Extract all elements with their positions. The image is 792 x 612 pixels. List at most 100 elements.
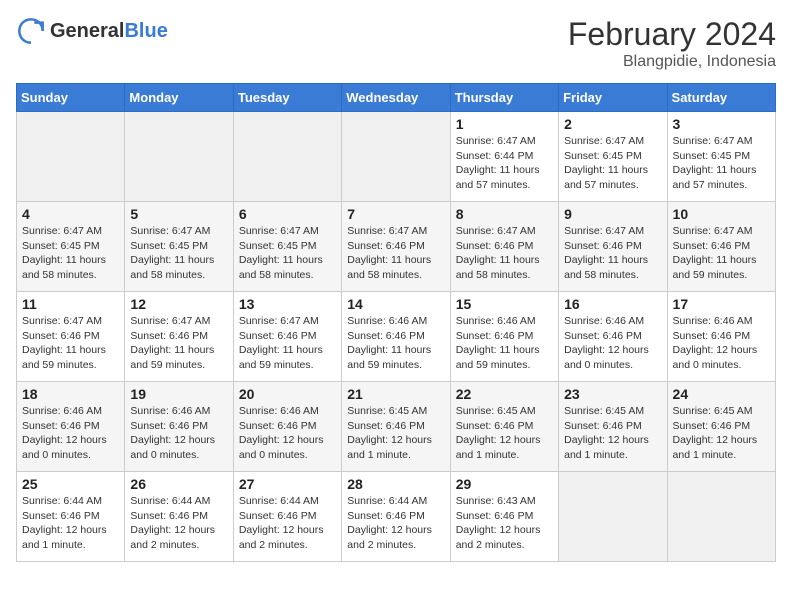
sun-info: Sunrise: 6:44 AMSunset: 6:46 PMDaylight:… [130,494,227,553]
day-number: 28 [347,476,444,492]
day-number: 15 [456,296,553,312]
sun-info: Sunrise: 6:45 AMSunset: 6:46 PMDaylight:… [564,404,661,463]
calendar-cell: 26 Sunrise: 6:44 AMSunset: 6:46 PMDayligh… [125,472,233,562]
sun-info: Sunrise: 6:46 AMSunset: 6:46 PMDaylight:… [456,314,553,373]
title-area: February 2024 Blangpidie, Indonesia [568,16,776,71]
calendar-cell [233,112,341,202]
sun-info: Sunrise: 6:47 AMSunset: 6:46 PMDaylight:… [564,224,661,283]
weekday-header-tuesday: Tuesday [233,84,341,112]
sun-info: Sunrise: 6:46 AMSunset: 6:46 PMDaylight:… [673,314,770,373]
location-subtitle: Blangpidie, Indonesia [568,53,776,71]
day-number: 8 [456,206,553,222]
sun-info: Sunrise: 6:44 AMSunset: 6:46 PMDaylight:… [347,494,444,553]
day-number: 1 [456,116,553,132]
sun-info: Sunrise: 6:45 AMSunset: 6:46 PMDaylight:… [456,404,553,463]
calendar-cell: 25 Sunrise: 6:44 AMSunset: 6:46 PMDayligh… [17,472,125,562]
day-number: 6 [239,206,336,222]
sun-info: Sunrise: 6:44 AMSunset: 6:46 PMDaylight:… [239,494,336,553]
sun-info: Sunrise: 6:47 AMSunset: 6:45 PMDaylight:… [239,224,336,283]
weekday-header-row: SundayMondayTuesdayWednesdayThursdayFrid… [17,84,776,112]
sun-info: Sunrise: 6:46 AMSunset: 6:46 PMDaylight:… [22,404,119,463]
logo: GeneralBlue [16,16,168,46]
calendar-cell [125,112,233,202]
calendar-cell: 13Sunrise: 6:47 AMSunset: 6:46 PMDayligh… [233,292,341,382]
month-year-title: February 2024 [568,16,776,53]
calendar-cell: 5Sunrise: 6:47 AMSunset: 6:45 PMDaylight… [125,202,233,292]
calendar-week-row: 18 Sunrise: 6:46 AMSunset: 6:46 PMDayligh… [17,382,776,472]
calendar-cell: 7 Sunrise: 6:47 AMSunset: 6:46 PMDaylight… [342,202,450,292]
calendar-cell: 22 Sunrise: 6:45 AMSunset: 6:46 PMDayligh… [450,382,558,472]
calendar-cell: 23 Sunrise: 6:45 AMSunset: 6:46 PMDayligh… [559,382,667,472]
weekday-header-saturday: Saturday [667,84,775,112]
calendar-cell: 21 Sunrise: 6:45 AMSunset: 6:46 PMDayligh… [342,382,450,472]
sun-info: Sunrise: 6:47 AMSunset: 6:45 PMDaylight:… [564,134,661,193]
sun-info: Sunrise: 6:47 AMSunset: 6:46 PMDaylight:… [673,224,770,283]
logo-blue: Blue [124,20,167,42]
calendar-cell: 4 Sunrise: 6:47 AMSunset: 6:45 PMDaylight… [17,202,125,292]
sun-info: Sunrise: 6:47 AMSunset: 6:45 PMDaylight:… [22,224,119,283]
sun-info: Sunrise: 6:47 AMSunset: 6:44 PMDaylight:… [456,134,553,193]
day-number: 25 [22,476,119,492]
day-number: 21 [347,386,444,402]
calendar-cell: 18 Sunrise: 6:46 AMSunset: 6:46 PMDayligh… [17,382,125,472]
calendar-cell: 24Sunrise: 6:45 AMSunset: 6:46 PMDayligh… [667,382,775,472]
sun-info: Sunrise: 6:47 AMSunset: 6:46 PMDaylight:… [347,224,444,283]
calendar-week-row: 1 Sunrise: 6:47 AMSunset: 6:44 PMDaylight… [17,112,776,202]
weekday-header-friday: Friday [559,84,667,112]
calendar-cell [342,112,450,202]
calendar-cell: 29Sunrise: 6:43 AMSunset: 6:46 PMDayligh… [450,472,558,562]
day-number: 14 [347,296,444,312]
page-header: GeneralBlue February 2024 Blangpidie, In… [16,16,776,71]
sun-info: Sunrise: 6:43 AMSunset: 6:46 PMDaylight:… [456,494,553,553]
calendar-cell [667,472,775,562]
calendar-cell: 17 Sunrise: 6:46 AMSunset: 6:46 PMDayligh… [667,292,775,382]
calendar-cell [559,472,667,562]
day-number: 24 [673,386,770,402]
sun-info: Sunrise: 6:47 AMSunset: 6:45 PMDaylight:… [673,134,770,193]
day-number: 3 [673,116,770,132]
day-number: 27 [239,476,336,492]
sun-info: Sunrise: 6:44 AMSunset: 6:46 PMDaylight:… [22,494,119,553]
calendar-week-row: 4 Sunrise: 6:47 AMSunset: 6:45 PMDaylight… [17,202,776,292]
sun-info: Sunrise: 6:45 AMSunset: 6:46 PMDaylight:… [347,404,444,463]
day-number: 7 [347,206,444,222]
day-number: 23 [564,386,661,402]
day-number: 22 [456,386,553,402]
day-number: 4 [22,206,119,222]
calendar-cell: 14Sunrise: 6:46 AMSunset: 6:46 PMDayligh… [342,292,450,382]
calendar-table: SundayMondayTuesdayWednesdayThursdayFrid… [16,83,776,562]
day-number: 19 [130,386,227,402]
calendar-cell: 16Sunrise: 6:46 AMSunset: 6:46 PMDayligh… [559,292,667,382]
weekday-header-wednesday: Wednesday [342,84,450,112]
sun-info: Sunrise: 6:46 AMSunset: 6:46 PMDaylight:… [564,314,661,373]
logo-general: General [50,20,124,42]
calendar-week-row: 11 Sunrise: 6:47 AMSunset: 6:46 PMDayligh… [17,292,776,382]
day-number: 17 [673,296,770,312]
calendar-cell: 8Sunrise: 6:47 AMSunset: 6:46 PMDaylight… [450,202,558,292]
calendar-cell: 2 Sunrise: 6:47 AMSunset: 6:45 PMDaylight… [559,112,667,202]
calendar-cell: 6 Sunrise: 6:47 AMSunset: 6:45 PMDaylight… [233,202,341,292]
calendar-cell: 28 Sunrise: 6:44 AMSunset: 6:46 PMDayligh… [342,472,450,562]
calendar-cell: 27 Sunrise: 6:44 AMSunset: 6:46 PMDayligh… [233,472,341,562]
sun-info: Sunrise: 6:46 AMSunset: 6:46 PMDaylight:… [130,404,227,463]
day-number: 11 [22,296,119,312]
sun-info: Sunrise: 6:47 AMSunset: 6:46 PMDaylight:… [22,314,119,373]
weekday-header-monday: Monday [125,84,233,112]
day-number: 18 [22,386,119,402]
day-number: 12 [130,296,227,312]
logo-text: GeneralBlue [50,20,168,43]
weekday-header-sunday: Sunday [17,84,125,112]
sun-info: Sunrise: 6:47 AMSunset: 6:46 PMDaylight:… [130,314,227,373]
sun-info: Sunrise: 6:47 AMSunset: 6:45 PMDaylight:… [130,224,227,283]
calendar-week-row: 25 Sunrise: 6:44 AMSunset: 6:46 PMDayligh… [17,472,776,562]
calendar-cell: 20Sunrise: 6:46 AMSunset: 6:46 PMDayligh… [233,382,341,472]
calendar-cell: 10 Sunrise: 6:47 AMSunset: 6:46 PMDayligh… [667,202,775,292]
calendar-cell: 9Sunrise: 6:47 AMSunset: 6:46 PMDaylight… [559,202,667,292]
day-number: 26 [130,476,227,492]
weekday-header-thursday: Thursday [450,84,558,112]
calendar-cell: 19 Sunrise: 6:46 AMSunset: 6:46 PMDayligh… [125,382,233,472]
day-number: 10 [673,206,770,222]
calendar-cell: 3 Sunrise: 6:47 AMSunset: 6:45 PMDaylight… [667,112,775,202]
day-number: 2 [564,116,661,132]
logo-icon [16,16,46,46]
